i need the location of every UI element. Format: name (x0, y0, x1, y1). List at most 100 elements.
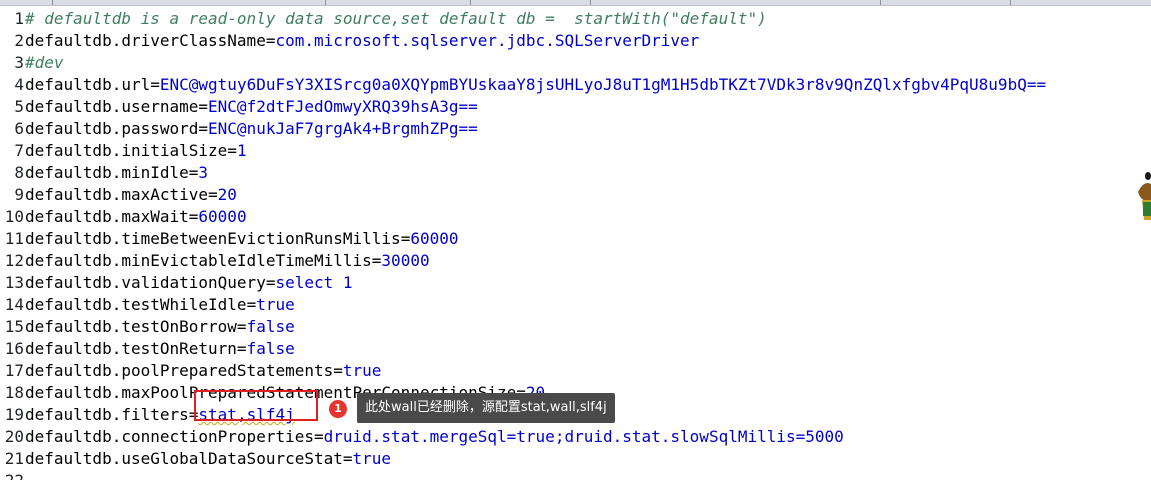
property-key: defaultdb.initialSize (25, 141, 228, 160)
property-key: defaultdb.testWhileIdle (25, 295, 247, 314)
property-value: 20 (217, 185, 237, 204)
line-number: 13 (4, 273, 24, 292)
equals-sign: = (188, 163, 199, 182)
code-line[interactable]: 8defaultdb.minIdle=3 (0, 162, 1151, 184)
equals-sign: = (342, 449, 353, 468)
code-line[interactable]: 6defaultdb.password=ENC@nukJaF7grgAk4+Br… (0, 118, 1151, 140)
line-number: 21 (4, 449, 24, 468)
code-line[interactable]: 11defaultdb.timeBetweenEvictionRunsMilli… (0, 228, 1151, 250)
line-number: 6 (14, 119, 24, 138)
equals-sign: = (400, 229, 411, 248)
line-number: 7 (14, 141, 24, 160)
property-value: 3 (198, 163, 209, 182)
code-line[interactable]: 12defaultdb.minEvictableIdleTimeMillis=3… (0, 250, 1151, 272)
line-number: 16 (4, 339, 24, 358)
equals-sign: = (227, 141, 237, 160)
property-value: 60000 (198, 207, 247, 226)
property-key: defaultdb.minEvictableIdleTimeMillis (25, 251, 372, 270)
line-number: 12 (4, 251, 24, 270)
code-line[interactable]: 20defaultdb.connectionProperties=druid.s… (0, 426, 1151, 448)
comment-text: # defaultdb is a read-only data source,s… (25, 9, 767, 28)
property-key: defaultdb.poolPreparedStatements (25, 361, 334, 380)
code-line[interactable]: 3#dev (0, 52, 1151, 74)
line-number: 8 (14, 163, 24, 182)
line-number: 22 (0, 470, 25, 480)
property-key: defaultdb.driverClassName (25, 31, 266, 50)
property-key: defaultdb.username (25, 97, 199, 116)
property-key: defaultdb.maxWait (25, 207, 189, 226)
annotation-badge: 1 (329, 400, 347, 418)
property-key: defaultdb.minIdle (25, 163, 189, 182)
line-number: 15 (4, 317, 24, 336)
equals-sign: = (313, 427, 324, 446)
property-key: defaultdb.useGlobalDataSourceStat (25, 449, 343, 468)
property-key: defaultdb.validationQuery (25, 273, 266, 292)
line-number: 11 (4, 229, 24, 248)
tab-separator (52, 0, 53, 5)
code-line[interactable]: 5defaultdb.username=ENC@f2dtFJedOmwyXRQ3… (0, 96, 1151, 118)
property-key: defaultdb.filters (25, 405, 189, 424)
property-value: druid.stat.mergeSql=true;druid.stat.slow… (323, 427, 844, 446)
tab-separator (470, 0, 471, 5)
comment-text: #dev (25, 53, 64, 72)
property-value: 1 (236, 141, 247, 160)
code-line[interactable]: 14defaultdb.testWhileIdle=true (0, 294, 1151, 316)
line-number: 10 (4, 207, 24, 226)
equals-sign: = (236, 317, 247, 336)
code-line[interactable]: 17defaultdb.poolPreparedStatements=true (0, 360, 1151, 382)
property-value: 60000 (410, 229, 459, 248)
equals-sign: = (198, 119, 209, 138)
code-line[interactable]: 15defaultdb.testOnBorrow=false (0, 316, 1151, 338)
editor-tab-strip[interactable] (0, 0, 1151, 6)
equals-sign: = (188, 207, 199, 226)
property-key: defaultdb.testOnReturn (25, 339, 237, 358)
property-value: select 1 (275, 273, 353, 292)
property-value: 30000 (381, 251, 430, 270)
tab-separator (1010, 0, 1011, 5)
code-line[interactable]: 13defaultdb.validationQuery=select 1 (0, 272, 1151, 294)
code-line[interactable]: 1# defaultdb is a read-only data source,… (0, 8, 1151, 30)
property-value: ENC@f2dtFJedOmwyXRQ39hsA3g== (208, 97, 478, 116)
property-key: defaultdb.password (25, 119, 199, 138)
highlight-box (194, 390, 318, 421)
equals-sign: = (246, 295, 257, 314)
line-number: 2 (14, 31, 24, 50)
code-line[interactable]: 21defaultdb.useGlobalDataSourceStat=true (0, 448, 1151, 470)
code-line[interactable]: 4defaultdb.url=ENC@wgtuy6DuFsY3XISrcg0a0… (0, 74, 1151, 96)
code-line[interactable]: 16defaultdb.testOnReturn=false (0, 338, 1151, 360)
line-number: 5 (14, 97, 24, 116)
line-number: 14 (4, 295, 24, 314)
mascot-icon (1138, 172, 1151, 220)
line-number: 9 (14, 185, 24, 204)
property-key: defaultdb.connectionProperties (25, 427, 314, 446)
code-line[interactable]: 10defaultdb.maxWait=60000 (0, 206, 1151, 228)
equals-sign: = (198, 97, 209, 116)
property-value: ENC@wgtuy6DuFsY3XISrcg0a0XQYpmBYUskaaY8j… (159, 75, 1047, 94)
tab-separator (880, 0, 881, 5)
line-number: 19 (4, 405, 24, 424)
property-key: defaultdb.timeBetweenEvictionRunsMillis (25, 229, 401, 248)
equals-sign: = (236, 339, 247, 358)
code-line[interactable]: 2defaultdb.driverClassName=com.microsoft… (0, 30, 1151, 52)
line-number: 3 (14, 53, 24, 72)
property-value: true (342, 361, 382, 380)
code-line[interactable]: 7defaultdb.initialSize=1 (0, 140, 1151, 162)
equals-sign: = (208, 185, 218, 204)
line-number: 4 (14, 75, 24, 94)
property-value: false (246, 339, 295, 358)
equals-sign: = (371, 251, 382, 270)
property-value: false (246, 317, 295, 336)
tab-separator (590, 0, 591, 5)
property-value: true (256, 295, 295, 314)
tab-separator (325, 0, 326, 5)
property-key: defaultdb.url (25, 75, 151, 94)
code-line[interactable]: 22 (0, 470, 1151, 480)
line-number: 18 (4, 383, 24, 402)
annotation-tooltip: 此处wall已经删除，源配置stat,wall,slf4j (357, 393, 615, 423)
property-key: defaultdb.maxActive (25, 185, 209, 204)
code-line[interactable]: 9defaultdb.maxActive=20 (0, 184, 1151, 206)
property-value: ENC@nukJaF7grgAk4+BrgmhZPg== (208, 119, 478, 138)
line-number: 17 (4, 361, 24, 380)
property-value: com.microsoft.sqlserver.jdbc.SQLServerDr… (275, 31, 700, 50)
equals-sign: = (333, 361, 343, 380)
